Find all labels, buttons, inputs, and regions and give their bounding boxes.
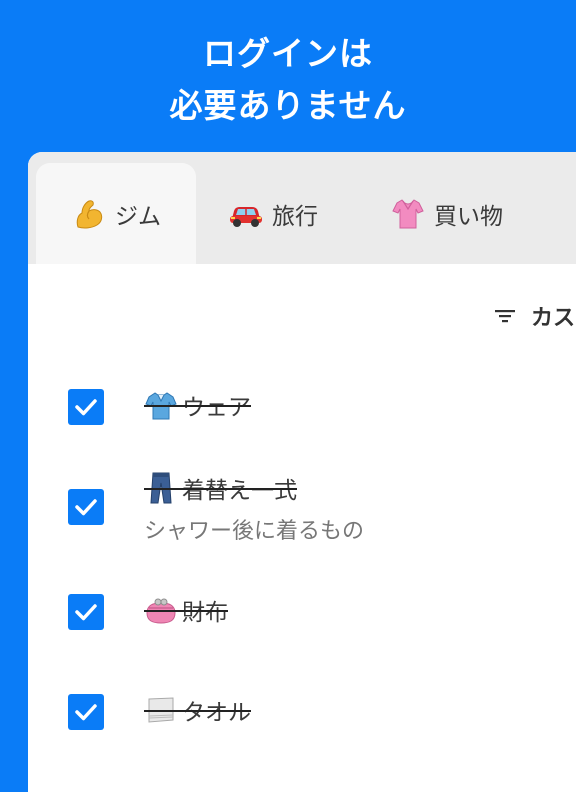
item-note: シャワー後に着るもの [144, 519, 365, 544]
promo-headline-line2: 必要ありません [169, 86, 407, 125]
list-item: タオル [28, 677, 576, 747]
list-item: ウェア [28, 372, 576, 442]
item-title-row: ウェア [144, 388, 251, 422]
strikethrough [144, 405, 251, 407]
promo-headline: ログインは 必要ありません [0, 28, 576, 132]
tab-travel-label: 旅行 [272, 203, 318, 230]
tab-shopping-label: 買い物 [434, 203, 503, 230]
checkmark-icon [75, 604, 97, 621]
item-checkbox[interactable] [68, 594, 104, 630]
item-title-row: タオル [144, 693, 251, 727]
item-title-row: 財布 [144, 593, 228, 627]
list-item: 着替え一式 シャワー後に着るもの [28, 457, 576, 567]
checkmark-icon [75, 499, 97, 516]
item-title-row: 着替え一式 [144, 471, 297, 505]
strikethrough [144, 488, 297, 490]
checkmark-icon [75, 399, 97, 416]
sort-button[interactable]: カス [493, 300, 575, 332]
tab-bar: ジム 旅行 買い物 [28, 152, 576, 264]
item-checkbox[interactable] [68, 694, 104, 730]
tab-shopping[interactable]: 買い物 [390, 163, 503, 264]
app-card: ジム 旅行 買い物 カス ウェア 着替え一式 シャワー後に着るもの 財布 タオル [28, 152, 576, 792]
sort-label: カス [531, 306, 576, 331]
promo-headline-line1: ログインは [203, 34, 373, 73]
car-icon [228, 196, 264, 232]
tab-gym-label: ジム [115, 203, 161, 230]
item-checkbox[interactable] [68, 389, 104, 425]
blouse-icon [390, 196, 426, 232]
item-checkbox[interactable] [68, 489, 104, 525]
strikethrough [144, 710, 251, 712]
sort-filter-icon [493, 304, 517, 328]
list-item: 財布 [28, 577, 576, 647]
tab-travel[interactable]: 旅行 [228, 163, 318, 264]
tab-gym[interactable]: ジム [36, 163, 196, 264]
strikethrough [144, 610, 228, 612]
checkmark-icon [75, 704, 97, 721]
flexed-biceps-icon [71, 196, 107, 232]
